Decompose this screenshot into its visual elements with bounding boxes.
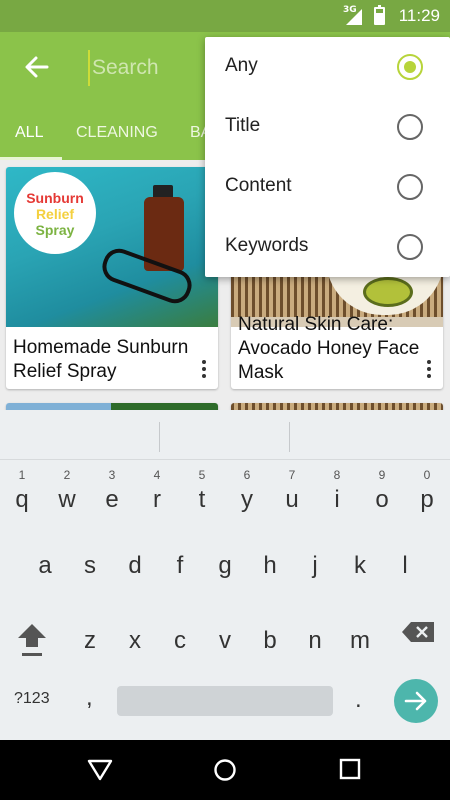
key-l[interactable]: l xyxy=(385,546,425,596)
clock: 11:29 xyxy=(398,6,440,25)
option-label: Content xyxy=(225,175,292,196)
tab-all[interactable]: ALL xyxy=(15,124,43,142)
image-title-badge: Sunburn Relief Spray xyxy=(14,172,96,254)
recipe-card-partial[interactable] xyxy=(231,403,443,410)
search-field[interactable] xyxy=(88,50,198,86)
key-u[interactable]: 7u xyxy=(272,466,312,516)
recipe-title-line1: Homemade Sunburn xyxy=(13,337,189,358)
recipe-image: Sunburn Relief Spray xyxy=(6,167,218,327)
key-n[interactable]: n xyxy=(295,621,335,671)
space-bar[interactable] xyxy=(117,686,333,716)
back-arrow-icon[interactable] xyxy=(22,52,52,82)
recipe-title-line1: Natural Skin Care: xyxy=(238,314,394,335)
radio-unselected-icon[interactable] xyxy=(397,174,423,200)
key-o[interactable]: 9o xyxy=(362,466,402,516)
signal-icon xyxy=(346,9,362,25)
key-d[interactable]: d xyxy=(115,546,155,596)
key-g[interactable]: g xyxy=(205,546,245,596)
key-z[interactable]: z xyxy=(70,621,110,671)
recipe-image xyxy=(231,403,443,410)
shift-key-icon[interactable] xyxy=(14,620,50,660)
nav-back-icon[interactable] xyxy=(87,758,113,786)
recipe-title-line3: Mask xyxy=(238,362,284,383)
suggestion-strip xyxy=(0,410,450,460)
more-options-icon[interactable] xyxy=(423,357,435,383)
recipe-title: Natural Skin Care: Avocado Honey Face Ma… xyxy=(238,313,419,385)
radio-unselected-icon[interactable] xyxy=(397,234,423,260)
key-s[interactable]: s xyxy=(70,546,110,596)
key-j[interactable]: j xyxy=(295,546,335,596)
recipe-image xyxy=(6,403,111,410)
badge-text-line2: Relief xyxy=(35,206,75,222)
recipe-title-line2: Avocado Honey Face xyxy=(238,338,420,359)
key-b[interactable]: b xyxy=(250,621,290,671)
recipe-image xyxy=(111,403,218,410)
scope-option-content[interactable]: Content xyxy=(205,157,450,217)
tab-cleaning[interactable]: CLEANING xyxy=(76,124,158,142)
avocado xyxy=(363,277,413,307)
system-navigation-bar xyxy=(0,740,450,800)
key-k[interactable]: k xyxy=(340,546,380,596)
key-m[interactable]: m xyxy=(340,621,380,671)
option-label: Title xyxy=(225,115,261,136)
radio-unselected-icon[interactable] xyxy=(397,114,423,140)
search-scope-menu: Any Title Content Keywords xyxy=(205,37,450,277)
key-q[interactable]: 1q xyxy=(2,466,42,516)
suggestion-divider xyxy=(159,422,160,452)
badge-text-line1: Sunburn xyxy=(26,190,84,206)
arrow-right-icon xyxy=(404,691,427,711)
radio-selected-icon[interactable] xyxy=(397,54,423,80)
backspace-key-icon[interactable] xyxy=(402,622,434,642)
more-options-icon[interactable] xyxy=(198,357,210,383)
key-i[interactable]: 8i xyxy=(317,466,357,516)
key-p[interactable]: 0p xyxy=(407,466,447,516)
comma-key[interactable]: , xyxy=(86,684,93,712)
suggestion-divider xyxy=(289,422,290,452)
enter-key[interactable] xyxy=(394,679,438,723)
recipe-title-line2: Relief Spray xyxy=(13,361,117,382)
key-f[interactable]: f xyxy=(160,546,200,596)
option-label: Any xyxy=(225,55,258,76)
symbols-key[interactable]: ?123 xyxy=(14,690,50,708)
period-key[interactable]: . xyxy=(355,686,362,714)
key-x[interactable]: x xyxy=(115,621,155,671)
key-r[interactable]: 4r xyxy=(137,466,177,516)
key-a[interactable]: a xyxy=(25,546,65,596)
key-t[interactable]: 5t xyxy=(182,466,222,516)
scope-option-title[interactable]: Title xyxy=(205,97,450,157)
recipe-card-partial[interactable] xyxy=(6,403,218,410)
scope-option-keywords[interactable]: Keywords xyxy=(205,217,450,277)
badge-text-line3: Spray xyxy=(35,222,75,238)
nav-home-icon[interactable] xyxy=(213,758,237,786)
key-y[interactable]: 6y xyxy=(227,466,267,516)
status-bar: 3G 11:29 xyxy=(0,0,450,32)
nav-recents-icon[interactable] xyxy=(339,758,361,784)
key-c[interactable]: c xyxy=(160,621,200,671)
key-e[interactable]: 3e xyxy=(92,466,132,516)
search-input[interactable] xyxy=(88,50,198,86)
recipe-title: Homemade Sunburn Relief Spray xyxy=(13,336,188,384)
key-v[interactable]: v xyxy=(205,621,245,671)
key-w[interactable]: 2w xyxy=(47,466,87,516)
app-screen: 3G 11:29 ALL CLEANING BA Sunburn Relief xyxy=(0,0,450,800)
key-h[interactable]: h xyxy=(250,546,290,596)
scope-option-any[interactable]: Any xyxy=(205,37,450,97)
option-label: Keywords xyxy=(225,235,309,256)
battery-icon xyxy=(374,5,385,25)
recipe-card-sunburn-spray[interactable]: Sunburn Relief Spray Homemade Sunburn Re… xyxy=(6,167,218,389)
